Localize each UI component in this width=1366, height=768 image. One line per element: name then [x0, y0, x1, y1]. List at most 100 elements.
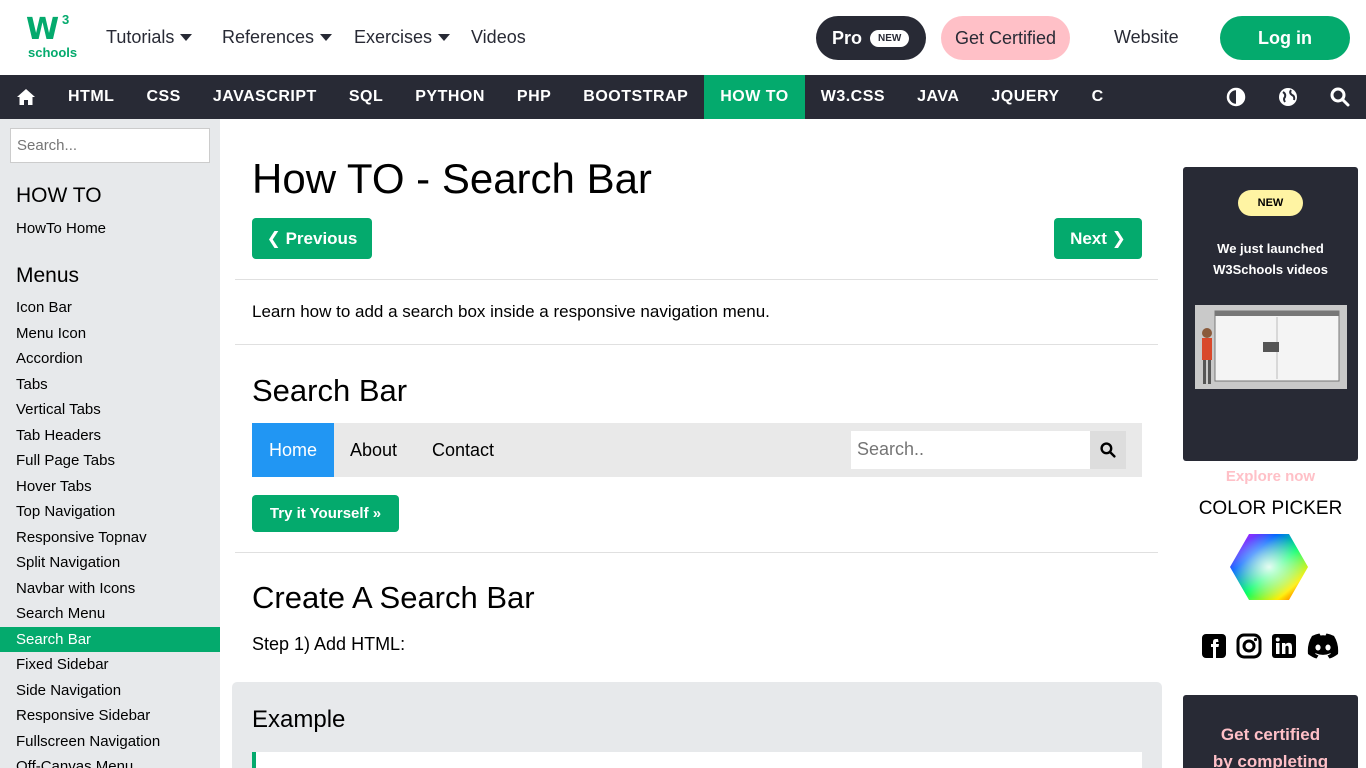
- sidebar-item[interactable]: Top Navigation: [0, 499, 220, 524]
- ad-new-badge: NEW: [1238, 190, 1303, 216]
- sidebar-item[interactable]: Off-Canvas Menu: [0, 754, 220, 768]
- sidebar-item[interactable]: Vertical Tabs: [0, 397, 220, 422]
- previous-button[interactable]: ❮ Previous: [252, 218, 372, 259]
- demo-search-input[interactable]: Search..: [851, 431, 1091, 469]
- pro-button[interactable]: Pro NEW: [816, 16, 926, 60]
- cert-line-1: Get certified: [1220, 725, 1321, 744]
- sidebar-item-active[interactable]: Search Bar: [0, 627, 220, 652]
- contrast-icon: [1226, 87, 1246, 107]
- pro-label: Pro: [832, 27, 863, 48]
- get-certified-card[interactable]: Get certified by completing: [1183, 695, 1358, 768]
- references-label: References: [222, 27, 315, 47]
- facebook-link[interactable]: [1200, 632, 1228, 660]
- right-column: NEW We just launched W3Schools videos Ex…: [1175, 119, 1366, 768]
- sidebar-item[interactable]: Responsive Sidebar: [0, 703, 220, 728]
- w3schools-logo[interactable]: W 3 schools: [26, 12, 77, 62]
- exercises-label: Exercises: [354, 27, 433, 47]
- sidebar-item[interactable]: Side Navigation: [0, 678, 220, 703]
- logo-mark: W: [26, 12, 59, 47]
- facebook-icon: [1202, 634, 1226, 658]
- example-box: Example: [232, 682, 1162, 768]
- explore-now-link[interactable]: Explore now: [1183, 468, 1358, 485]
- divider: [235, 552, 1158, 553]
- discord-icon: [1307, 633, 1339, 659]
- sidebar-heading-menus: Menus: [16, 264, 80, 287]
- ad-line-1: We just launched: [1217, 241, 1324, 256]
- demo-link-home[interactable]: Home: [252, 423, 334, 477]
- demo-link-about[interactable]: About: [334, 423, 413, 477]
- example-title: Example: [252, 706, 346, 733]
- logo-superscript: 3: [62, 12, 70, 27]
- divider: [235, 279, 1158, 280]
- tutorials-menu[interactable]: Tutorials: [106, 27, 193, 48]
- color-picker-icon[interactable]: [1229, 532, 1309, 602]
- sidebar-item[interactable]: Tabs: [0, 372, 220, 397]
- sidebar-item-howto-home[interactable]: HowTo Home: [0, 216, 220, 241]
- linkedin-icon: [1272, 634, 1296, 658]
- sidebar-item[interactable]: Hover Tabs: [0, 474, 220, 499]
- sidebar-item[interactable]: Search Menu: [0, 601, 220, 626]
- search-button[interactable]: [1314, 75, 1366, 119]
- references-menu[interactable]: References: [222, 27, 333, 48]
- try-it-yourself-button[interactable]: Try it Yourself »: [252, 495, 399, 532]
- sidebar-item[interactable]: Menu Icon: [0, 321, 220, 346]
- sidebar-item[interactable]: Tab Headers: [0, 423, 220, 448]
- demo-search-button[interactable]: [1090, 431, 1126, 469]
- intro-text: Learn how to add a search box inside a r…: [252, 302, 770, 321]
- sidebar-item[interactable]: Icon Bar: [0, 295, 220, 320]
- tutorials-label: Tutorials: [106, 27, 175, 47]
- login-button[interactable]: Log in: [1220, 16, 1350, 60]
- sidebar-item[interactable]: Navbar with Icons: [0, 576, 220, 601]
- new-badge: NEW: [870, 29, 910, 47]
- videos-link[interactable]: Videos: [471, 27, 526, 48]
- sidebar-item[interactable]: Accordion: [0, 346, 220, 371]
- demo-link-contact[interactable]: Contact: [416, 423, 510, 477]
- main-content: How TO - Search Bar ❮ Previous Next ❯ Le…: [220, 119, 1175, 768]
- theme-toggle-button[interactable]: [1210, 75, 1262, 119]
- nav-html[interactable]: HTML: [52, 75, 130, 119]
- caret-down-icon: [438, 34, 451, 41]
- nav-css[interactable]: CSS: [130, 75, 196, 119]
- home-icon: [17, 89, 35, 105]
- video-preview-image: [1195, 305, 1347, 389]
- sidebar-item[interactable]: Full Page Tabs: [0, 448, 220, 473]
- sidebar-item[interactable]: Fullscreen Navigation: [0, 729, 220, 754]
- nav-javascript[interactable]: JAVASCRIPT: [197, 75, 333, 119]
- discord-link[interactable]: [1305, 632, 1341, 660]
- divider: [235, 344, 1158, 345]
- nav-c[interactable]: C: [1076, 75, 1120, 119]
- cert-card-text: Get certified by completing: [1183, 721, 1358, 768]
- step-text: Step 1) Add HTML:: [252, 634, 406, 654]
- sidebar-heading-howto: HOW TO: [16, 184, 102, 207]
- sidebar-search-input[interactable]: Search...: [10, 128, 210, 163]
- section-heading-search-bar: Search Bar: [252, 373, 408, 408]
- next-button[interactable]: Next ❯: [1054, 218, 1142, 259]
- nav-jquery[interactable]: JQUERY: [975, 75, 1075, 119]
- sidebar-item[interactable]: Split Navigation: [0, 550, 220, 575]
- language-button[interactable]: [1262, 75, 1314, 119]
- topic-navbar: HTML CSS JAVASCRIPT SQL PYTHON PHP BOOTS…: [0, 75, 1366, 119]
- demo-navbar: Home About Contact Search..: [252, 423, 1142, 477]
- nav-w3css[interactable]: W3.CSS: [805, 75, 901, 119]
- sidebar-item[interactable]: Responsive Topnav: [0, 525, 220, 550]
- website-link[interactable]: Website: [1114, 27, 1179, 48]
- nav-howto[interactable]: HOW TO: [704, 75, 805, 119]
- exercises-menu[interactable]: Exercises: [354, 27, 451, 48]
- nav-bootstrap[interactable]: BOOTSTRAP: [567, 75, 704, 119]
- nav-php[interactable]: PHP: [501, 75, 567, 119]
- get-certified-button[interactable]: Get Certified: [941, 16, 1070, 60]
- nav-python[interactable]: PYTHON: [399, 75, 501, 119]
- ad-line-2: W3Schools videos: [1213, 262, 1328, 277]
- search-icon: [1330, 87, 1350, 107]
- sidebar-item[interactable]: Fixed Sidebar: [0, 652, 220, 677]
- left-sidebar: Search... HOW TO HowTo Home Menus Icon B…: [0, 119, 220, 768]
- videos-label: Videos: [471, 27, 526, 47]
- videos-ad-card[interactable]: NEW We just launched W3Schools videos Ex…: [1183, 167, 1358, 485]
- linkedin-link[interactable]: [1270, 632, 1298, 660]
- instagram-link[interactable]: [1235, 632, 1263, 660]
- top-header: W 3 schools Tutorials References Exercis…: [0, 0, 1366, 75]
- nav-sql[interactable]: SQL: [333, 75, 399, 119]
- home-nav-button[interactable]: [0, 75, 52, 119]
- nav-java[interactable]: JAVA: [901, 75, 975, 119]
- instagram-icon: [1236, 633, 1262, 659]
